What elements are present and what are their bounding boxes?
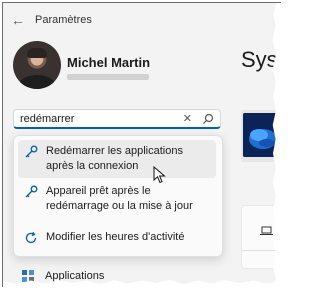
key-icon (25, 185, 38, 198)
settings-window: ← Paramètres Michel Martin Syst ✕ Redéma… (2, 2, 281, 287)
mouse-cursor-icon (153, 166, 166, 184)
suggestion-label: Appareil prêt après le redémarrage ou la… (46, 185, 193, 212)
back-arrow-icon[interactable]: ← (11, 12, 25, 28)
suggestion-item[interactable]: Modifier les heures d'activité (18, 226, 216, 249)
key-icon (25, 145, 38, 158)
sidebar-item-label: Applications (45, 270, 105, 282)
avatar[interactable] (13, 41, 61, 89)
search-icon[interactable] (202, 113, 214, 125)
suggestion-label: Redémarrer les applications après la con… (46, 145, 183, 172)
user-email-redacted (67, 74, 149, 80)
suggestion-item[interactable]: Appareil prêt après le redémarrage ou la… (18, 180, 216, 218)
title-bar: ← Paramètres (11, 12, 92, 28)
laptop-icon (260, 226, 273, 235)
search-input[interactable] (20, 112, 179, 125)
suggestion-item[interactable]: Redémarrer les applications après la con… (18, 140, 216, 178)
close-icon[interactable]: ✕ (183, 112, 192, 125)
search-suggestions: Redémarrer les applications après la con… (13, 135, 223, 257)
apps-icon (22, 270, 34, 282)
user-name: Michel Martin (67, 55, 151, 70)
window-title: Paramètres (35, 14, 92, 26)
refresh-icon (25, 231, 37, 244)
search-box[interactable]: ✕ (13, 109, 221, 129)
suggestion-label: Modifier les heures d'activité (46, 231, 185, 243)
